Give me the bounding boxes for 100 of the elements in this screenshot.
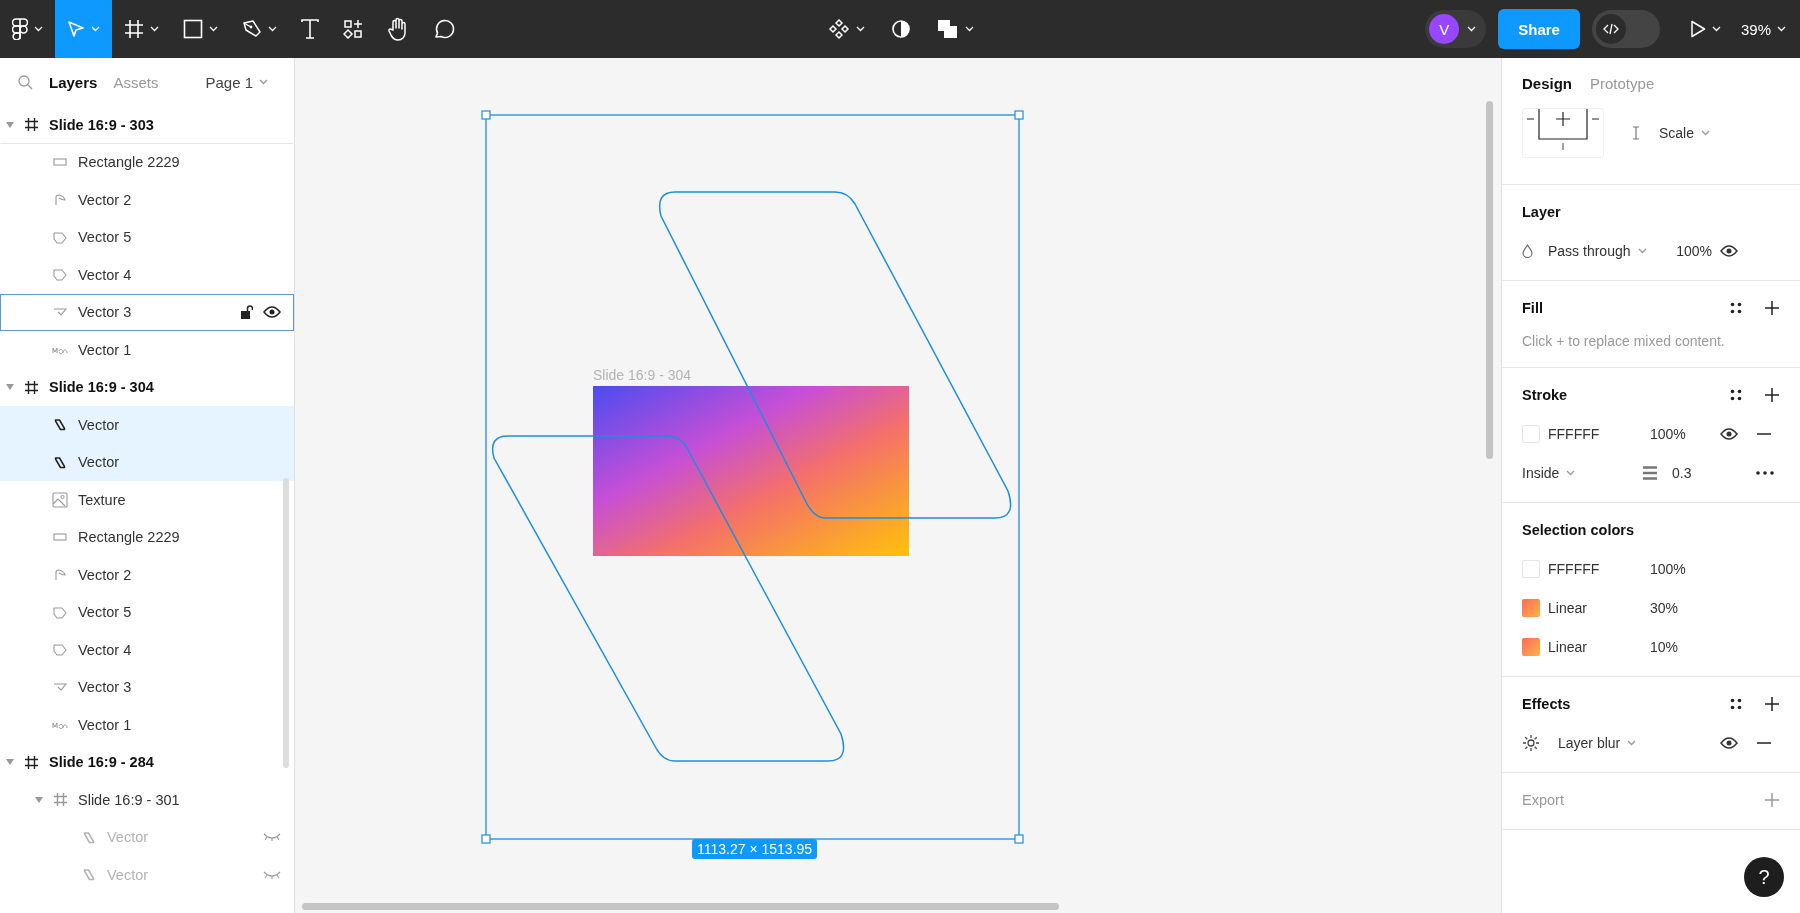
constraint-dropdown[interactable]: Scale [1659,125,1711,141]
drop-icon [1522,243,1533,258]
stroke-position-dropdown[interactable]: Inside [1522,464,1642,481]
color-swatch[interactable] [1522,598,1540,617]
minus-icon[interactable] [1756,741,1772,744]
zoom-level[interactable]: 39% [1740,20,1771,38]
layer-row[interactable]: Texture [0,481,294,519]
layer-name: Vector 5 [78,604,132,621]
contrast-icon [891,19,912,39]
layer-name: Rectangle 2229 [78,154,180,171]
eye-icon[interactable] [1720,244,1738,257]
shape-icon [53,643,67,657]
play-icon[interactable] [1689,20,1706,38]
panel-tab[interactable]: Layers [49,73,98,91]
layer-row[interactable]: Slide 16:9 - 303 [0,106,294,144]
layer-name: Vector 4 [78,266,132,283]
avatar: V [1429,14,1460,44]
color-swatch[interactable] [1522,559,1540,578]
section-title: Stroke [1522,387,1568,403]
pen-path-icon [53,568,67,581]
layer-row[interactable]: Vector 2 [0,556,294,594]
layer-row[interactable]: Vector 1 [0,331,294,369]
panel-tab[interactable]: Design [1522,74,1572,92]
minus-icon[interactable] [1756,432,1772,435]
caret-icon[interactable] [6,121,14,128]
path-icon [54,455,66,469]
layer-row[interactable]: Vector 2 [0,181,294,219]
layer-row[interactable]: Vector 4 [0,256,294,294]
color-label[interactable]: Linear [1548,638,1650,655]
opacity-value[interactable]: 100% [1650,560,1720,577]
help-button[interactable]: ? [1744,857,1784,897]
layer-row[interactable]: Slide 16:9 - 301 [0,781,294,819]
caret-icon [150,26,159,32]
layer-row[interactable]: Slide 16:9 - 284 [0,743,294,781]
search-icon[interactable] [18,74,33,90]
layer-name: Vector 5 [78,229,132,246]
gradient-rectangle[interactable] [593,386,909,556]
frame-icon [52,792,68,808]
plus-icon[interactable] [1764,696,1780,712]
opacity-value[interactable]: 100% [1650,425,1720,442]
blend-mode-dropdown[interactable]: Pass through 100% [1548,242,1720,259]
layer-row[interactable]: Slide 16:9 - 304 [0,368,294,406]
layer-row[interactable]: Vector 5 [0,593,294,631]
plus-icon[interactable] [1764,387,1780,403]
eye-icon[interactable] [263,306,281,319]
layer-row[interactable]: Vector 3 [0,668,294,706]
caret-icon[interactable] [6,759,14,766]
caret-icon[interactable] [6,384,14,391]
plus-icon[interactable] [1764,300,1780,316]
pen-icon [242,19,262,39]
eye-closed-icon[interactable] [263,870,281,879]
opacity-value[interactable]: 10% [1650,638,1720,655]
selection-box[interactable] [481,110,1024,844]
styles-icon[interactable] [1730,302,1742,314]
shape-icon [53,605,67,619]
styles-icon[interactable] [1730,698,1742,710]
layer-row[interactable]: Vector 1 [0,706,294,744]
boolean-icon [937,19,960,39]
caret-icon [1701,130,1711,136]
color-swatch[interactable] [1522,424,1540,443]
layer-row[interactable]: Vector [0,443,294,481]
color-swatch[interactable] [1522,637,1540,656]
section-title: Fill [1522,300,1543,316]
vertical-scrollbar[interactable] [1486,101,1493,459]
stroke-weight-value[interactable]: 0.3 [1672,464,1756,481]
layer-row[interactable]: Vector 5 [0,218,294,256]
curve-icon [53,307,67,318]
hex-value[interactable]: FFFFFF [1548,425,1650,442]
page-dropdown[interactable]: Page 1 [199,72,274,92]
layer-name: Vector 1 [78,341,132,358]
layer-row[interactable]: Vector 3 [0,293,294,331]
curve-icon [53,682,67,693]
effect-dropdown[interactable]: Layer blur [1558,734,1720,751]
vector-outline[interactable] [658,191,1012,519]
styles-icon[interactable] [1730,389,1742,401]
opacity-value[interactable]: 30% [1650,599,1720,616]
image-icon [52,491,68,508]
layer-row[interactable]: Vector [0,406,294,444]
sun-icon[interactable] [1522,733,1540,752]
vector-outline[interactable] [491,435,845,762]
caret-icon[interactable] [35,796,43,803]
avatar-menu[interactable]: V [1425,10,1487,48]
layer-row[interactable]: Rectangle 2229 [0,518,294,556]
dev-mode-toggle[interactable] [1591,10,1660,48]
color-label[interactable]: FFFFFF [1548,560,1650,577]
eye-closed-icon[interactable] [263,833,281,842]
vertical-scrollbar[interactable] [283,478,289,768]
color-label[interactable]: Linear [1548,599,1650,616]
more-icon[interactable] [1756,470,1774,475]
layer-row[interactable]: Rectangle 2229 [0,143,294,181]
frame-icon [23,117,39,133]
eye-icon[interactable] [1720,427,1738,440]
caret-icon [965,26,975,32]
opacity-value[interactable]: 100% [1676,242,1712,259]
constraints-widget[interactable] [1522,108,1604,158]
horizontal-scrollbar[interactable] [302,903,1059,910]
lock-icon[interactable] [241,305,253,320]
layer-row[interactable]: Vector 4 [0,631,294,669]
eye-icon[interactable] [1720,736,1738,749]
shape-icon [53,230,67,244]
